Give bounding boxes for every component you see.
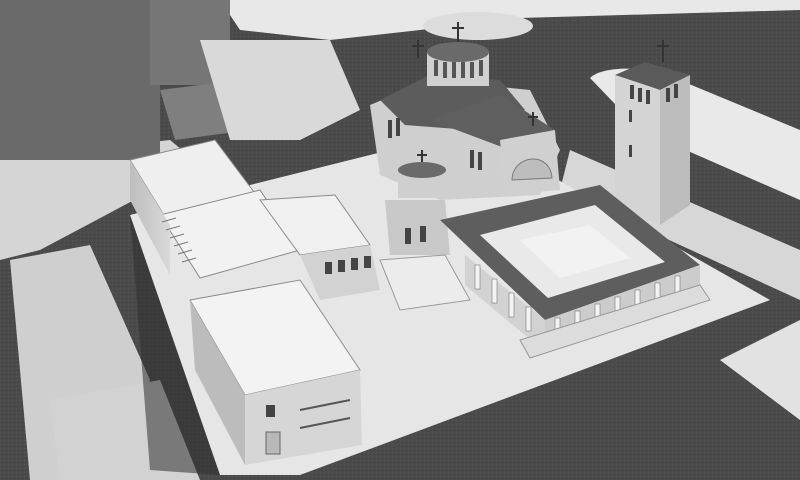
top-island xyxy=(423,12,533,40)
architecture-render xyxy=(0,0,800,480)
tall-building xyxy=(0,0,160,160)
